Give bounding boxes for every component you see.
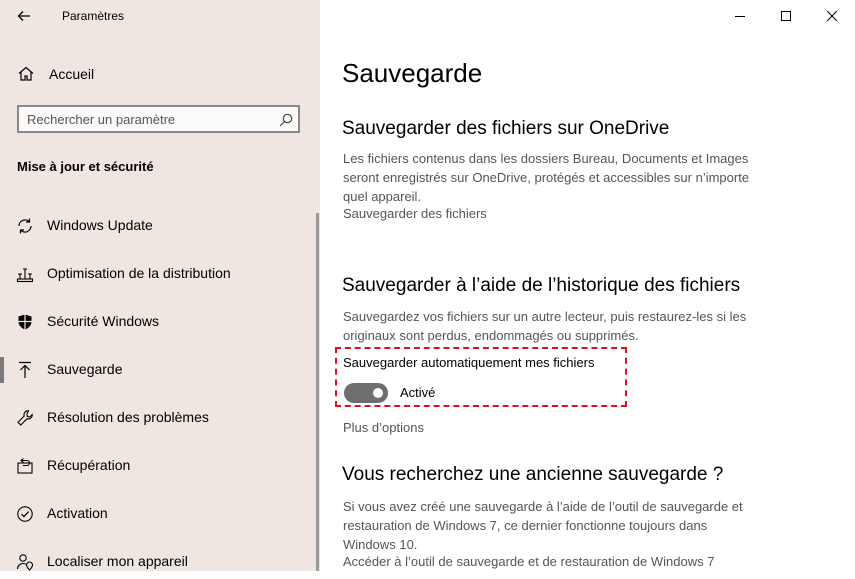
sidebar-item-label: Windows Update bbox=[47, 217, 153, 233]
minimize-button[interactable] bbox=[722, 4, 758, 28]
sidebar-item-home[interactable]: Accueil bbox=[17, 64, 94, 84]
highlight-annotation bbox=[335, 347, 627, 407]
file-history-description: Sauvegardez vos fichiers sur un autre le… bbox=[343, 307, 783, 345]
file-history-heading: Sauvegarder à l’aide de l’historique des… bbox=[342, 275, 741, 296]
section-title: Mise à jour et sécurité bbox=[17, 159, 154, 174]
description-line: originaux sont perdus, endommagés ou sup… bbox=[343, 328, 639, 343]
sidebar-item-delivery-optimization[interactable]: Optimisation de la distribution bbox=[0, 255, 316, 291]
refresh-icon bbox=[18, 218, 32, 234]
sidebar-item-activation[interactable]: Activation bbox=[0, 495, 316, 531]
minimize-icon bbox=[735, 16, 745, 17]
sidebar-item-label: Activation bbox=[47, 505, 108, 521]
description-line: quel appareil. bbox=[343, 189, 422, 204]
sidebar-item-backup[interactable]: Sauvegarde bbox=[0, 351, 316, 387]
search-input[interactable] bbox=[27, 107, 267, 131]
sidebar-scrollbar[interactable] bbox=[316, 213, 319, 571]
sidebar: Paramètres Accueil Mise à jour et sécuri… bbox=[0, 0, 320, 571]
sidebar-item-windows-security[interactable]: Sécurité Windows bbox=[0, 303, 316, 339]
description-line: Les fichiers contenus dans les dossiers … bbox=[343, 151, 749, 166]
old-backup-description: Si vous avez créé une sauvegarde à l’aid… bbox=[343, 497, 783, 554]
description-line: Si vous avez créé une sauvegarde à l’aid… bbox=[343, 499, 743, 514]
maximize-icon bbox=[781, 11, 791, 21]
person-location-icon bbox=[16, 554, 34, 571]
search-box[interactable] bbox=[17, 105, 300, 133]
selected-indicator bbox=[0, 357, 4, 383]
search-icon[interactable] bbox=[278, 112, 294, 128]
sidebar-item-label: Récupération bbox=[47, 457, 131, 473]
sidebar-item-find-my-device[interactable]: Localiser mon appareil bbox=[0, 543, 316, 579]
page-title: Sauvegarde bbox=[342, 58, 483, 88]
sidebar-item-label: Optimisation de la distribution bbox=[47, 265, 231, 281]
onedrive-heading: Sauvegarder des fichiers sur OneDrive bbox=[342, 118, 670, 139]
wrench-icon bbox=[17, 410, 33, 426]
recovery-icon bbox=[17, 458, 33, 474]
back-button[interactable] bbox=[12, 6, 36, 26]
sidebar-item-windows-update[interactable]: Windows Update bbox=[0, 207, 316, 243]
description-line: seront enregistrés sur OneDrive, protégé… bbox=[343, 170, 750, 185]
activation-icon bbox=[17, 506, 33, 522]
old-backup-heading: Vous recherchez une ancienne sauvegarde … bbox=[342, 464, 724, 485]
app-title: Paramètres bbox=[62, 9, 125, 23]
sidebar-item-label: Sécurité Windows bbox=[47, 313, 160, 329]
description-line: Sauvegardez vos fichiers sur un autre le… bbox=[343, 309, 747, 324]
main-content: Sauvegarde Sauvegarder des fichiers sur … bbox=[320, 0, 855, 571]
description-line: Windows 10. bbox=[343, 537, 418, 552]
description-line: restauration de Windows 7, ce dernier fo… bbox=[343, 518, 708, 533]
maximize-button[interactable] bbox=[768, 4, 804, 28]
home-icon bbox=[18, 66, 34, 81]
sidebar-item-recovery[interactable]: Récupération bbox=[0, 447, 316, 483]
windows7-backup-link[interactable]: Accéder à l’outil de sauvegarde et de re… bbox=[343, 554, 714, 569]
sidebar-item-label: Localiser mon appareil bbox=[47, 553, 188, 569]
upload-icon bbox=[19, 361, 31, 378]
sidebar-item-label: Résolution des problèmes bbox=[47, 409, 209, 425]
close-icon bbox=[826, 10, 838, 22]
shield-icon bbox=[18, 314, 32, 330]
sidebar-item-troubleshoot[interactable]: Résolution des problèmes bbox=[0, 399, 316, 435]
arrow-left-icon bbox=[17, 11, 30, 21]
sidebar-item-label: Sauvegarde bbox=[47, 361, 123, 377]
onedrive-description: Les fichiers contenus dans les dossiers … bbox=[343, 149, 783, 206]
delivery-optimization-icon bbox=[16, 268, 34, 283]
backup-files-link[interactable]: Sauvegarder des fichiers bbox=[343, 206, 487, 221]
close-button[interactable] bbox=[814, 4, 850, 28]
sidebar-item-label: Accueil bbox=[49, 66, 95, 82]
more-options-link[interactable]: Plus d’options bbox=[343, 420, 424, 435]
